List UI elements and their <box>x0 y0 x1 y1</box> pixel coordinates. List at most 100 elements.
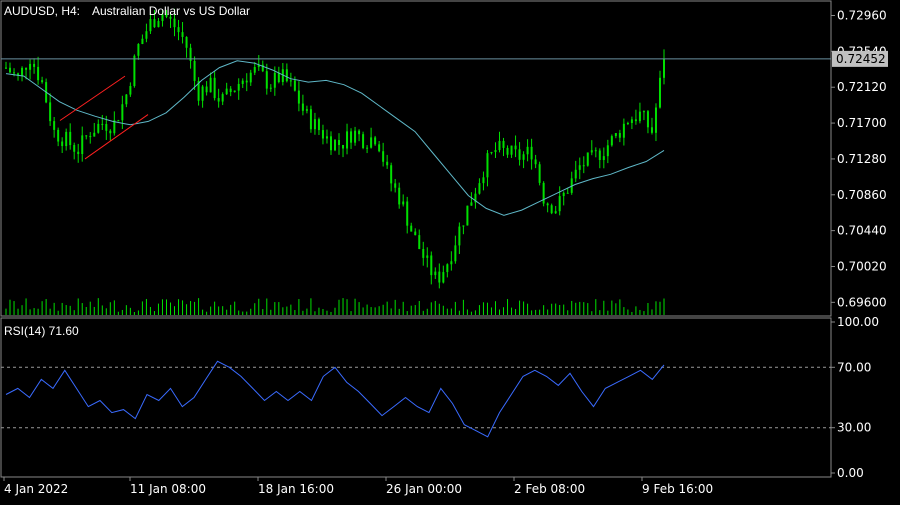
candle-body <box>478 183 481 194</box>
candle-body <box>93 132 96 137</box>
chart-symbol-description: Australian Dollar vs US Dollar <box>92 4 251 18</box>
candle-body <box>73 145 76 152</box>
candle-body <box>526 146 529 155</box>
candle-body <box>125 94 128 105</box>
candle-body <box>362 134 365 148</box>
candle-body <box>502 140 505 148</box>
candle-body <box>650 127 653 133</box>
chart-symbol-label: AUDUSD, H4: <box>4 4 81 18</box>
candle-body <box>89 136 92 138</box>
candle-body <box>105 123 108 131</box>
candle-body <box>269 87 272 89</box>
candle-body <box>85 135 88 137</box>
candle-body <box>394 183 397 188</box>
channel-lower-line[interactable] <box>84 114 149 160</box>
candle-body <box>454 245 457 262</box>
main-chart-frame <box>0 0 832 317</box>
candle-body <box>566 192 569 194</box>
trading-chart[interactable]: 0.729600.725400.721200.717000.712800.708… <box>0 0 900 500</box>
candle-body <box>458 226 461 246</box>
candle-body <box>121 104 124 121</box>
candle-body <box>594 150 597 152</box>
candle-body <box>438 271 441 283</box>
candle-body <box>562 192 565 197</box>
candle-body <box>273 72 276 88</box>
candle-body <box>358 130 361 135</box>
candle-body <box>494 150 497 153</box>
candle-body <box>630 119 633 124</box>
channel-upper-line[interactable] <box>59 75 126 121</box>
candle-body <box>582 165 585 167</box>
candle-body <box>209 77 212 93</box>
candle-body <box>293 80 296 91</box>
candle-body <box>578 165 581 170</box>
candle-body <box>265 71 268 89</box>
candle-body <box>49 102 52 122</box>
candle-body <box>21 67 24 76</box>
time-axis-label: 18 Jan 16:00 <box>258 482 334 496</box>
candle-body <box>205 86 208 93</box>
candle-body <box>498 140 501 151</box>
rsi-axis-label: 70.00 <box>837 360 871 374</box>
candle-body <box>634 119 637 122</box>
rsi-indicator-label: RSI(14) 71.60 <box>4 324 79 338</box>
candle-body <box>610 136 613 146</box>
candle-body <box>386 161 389 166</box>
candle-body <box>325 136 328 139</box>
candle-body <box>41 80 44 83</box>
candle-body <box>366 147 369 149</box>
candle-body <box>65 131 68 147</box>
candle-body <box>602 156 605 161</box>
candle-body <box>101 123 104 125</box>
time-axis-label: 11 Jan 08:00 <box>130 482 206 496</box>
rsi-line <box>5 360 665 438</box>
candle-body <box>329 136 332 151</box>
candle-body <box>297 90 300 104</box>
candle-body <box>289 80 292 82</box>
rsi-axis-label: 0.00 <box>837 466 864 480</box>
candle-body <box>554 211 557 214</box>
candle-body <box>663 58 665 78</box>
candle-body <box>201 86 204 101</box>
candle-body <box>153 19 156 28</box>
candle-body <box>225 88 228 95</box>
price-axis-label: 0.72960 <box>837 9 887 23</box>
candle-body <box>530 146 533 160</box>
candle-body <box>450 261 453 265</box>
candle-body <box>618 133 621 138</box>
candle-body <box>434 271 437 276</box>
candle-body <box>317 119 320 131</box>
chart-canvas[interactable]: 0.729600.725400.721200.717000.712800.708… <box>0 0 900 500</box>
candle-body <box>277 72 280 82</box>
candle-body <box>213 77 216 99</box>
candle-body <box>486 153 489 178</box>
candle-body <box>229 88 232 93</box>
candle-body <box>462 225 465 227</box>
candle-body <box>221 94 224 102</box>
rsi-axis-label: 100.00 <box>837 315 879 329</box>
candle-body <box>642 111 645 113</box>
candle-body <box>538 164 541 183</box>
candle-body <box>390 165 393 184</box>
candle-body <box>141 38 144 45</box>
candle-body <box>402 201 405 205</box>
candle-body <box>510 145 513 155</box>
candle-body <box>442 272 445 283</box>
candle-body <box>217 98 220 102</box>
candle-body <box>97 123 100 133</box>
candle-body <box>514 145 517 150</box>
candle-body <box>550 205 553 214</box>
rsi-chart-frame <box>0 317 832 478</box>
candle-body <box>590 150 593 153</box>
candle-body <box>574 169 577 179</box>
candle-body <box>558 196 561 212</box>
candle-body <box>245 80 248 83</box>
candle-body <box>57 129 60 142</box>
candle-body <box>309 109 312 130</box>
current-price-label: 0.72452 <box>836 52 886 66</box>
candle-body <box>61 141 64 147</box>
candle-body <box>422 249 425 258</box>
candle-body <box>301 103 304 111</box>
candle-body <box>237 83 240 91</box>
candle-body <box>374 137 377 145</box>
